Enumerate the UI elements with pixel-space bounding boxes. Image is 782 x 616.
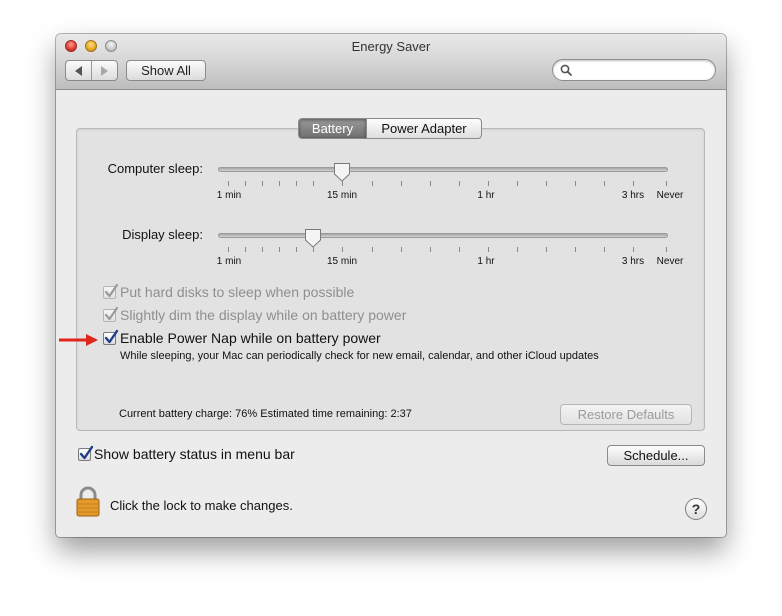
tick bbox=[666, 181, 667, 186]
forward-button[interactable] bbox=[91, 61, 117, 80]
tick bbox=[262, 181, 263, 186]
tick bbox=[245, 247, 246, 252]
back-forward-control bbox=[65, 60, 118, 81]
tick bbox=[401, 181, 402, 186]
tick bbox=[296, 181, 297, 186]
tick bbox=[575, 247, 576, 252]
computer-sleep-track[interactable] bbox=[218, 167, 668, 172]
tick bbox=[313, 181, 314, 186]
hard-disks-checkbox[interactable] bbox=[103, 283, 119, 299]
search-input[interactable] bbox=[575, 62, 709, 78]
computer-sleep-slider-thumb[interactable] bbox=[333, 162, 351, 182]
tick bbox=[459, 181, 460, 186]
tick-label: 3 hrs bbox=[621, 190, 645, 201]
tick bbox=[459, 247, 460, 252]
tick bbox=[546, 247, 547, 252]
back-arrow-icon bbox=[75, 65, 82, 76]
dim-display-checkbox[interactable] bbox=[103, 306, 119, 322]
search-icon bbox=[560, 64, 572, 76]
checkmark-icon bbox=[104, 329, 119, 344]
tick-label: 1 min bbox=[216, 256, 242, 267]
tick bbox=[517, 247, 518, 252]
tick bbox=[372, 181, 373, 186]
tick-label: 3 hrs bbox=[621, 256, 645, 267]
tick bbox=[633, 247, 634, 252]
tick bbox=[372, 247, 373, 252]
checkmark-icon bbox=[79, 445, 94, 460]
show-all-button[interactable]: Show All bbox=[126, 60, 206, 81]
search-field bbox=[552, 59, 716, 81]
lock-icon[interactable] bbox=[75, 486, 101, 518]
tick-label: 1 hr bbox=[477, 190, 495, 201]
power-nap-checkbox[interactable] bbox=[103, 329, 119, 345]
tick-label: 15 min bbox=[326, 190, 358, 201]
tick-label: Never bbox=[656, 190, 684, 201]
tick bbox=[430, 247, 431, 252]
tab-battery[interactable]: Battery bbox=[299, 119, 366, 138]
tick bbox=[430, 181, 431, 186]
window-title: Energy Saver bbox=[351, 39, 431, 54]
tick bbox=[517, 181, 518, 186]
tick bbox=[401, 247, 402, 252]
schedule-button[interactable]: Schedule... bbox=[607, 445, 705, 466]
tick bbox=[296, 247, 297, 252]
help-icon: ? bbox=[691, 501, 701, 517]
back-button[interactable] bbox=[66, 61, 91, 80]
tick bbox=[575, 181, 576, 186]
tick bbox=[604, 247, 605, 252]
tick bbox=[604, 181, 605, 186]
energy-saver-window: Energy Saver Show All Battery Power Adap… bbox=[56, 34, 726, 537]
tab-bar: Battery Power Adapter bbox=[298, 118, 482, 139]
display-sleep-label: Display sleep: bbox=[122, 227, 203, 242]
menu-bar-status-label: Show battery status in menu bar bbox=[94, 446, 295, 462]
computer-sleep-label: Computer sleep: bbox=[107, 161, 203, 176]
dim-display-label: Slightly dim the display while on batter… bbox=[120, 307, 407, 323]
tick bbox=[228, 181, 229, 186]
tick-label: 1 min bbox=[216, 190, 242, 201]
display-sleep-track[interactable] bbox=[218, 233, 668, 238]
forward-arrow-icon bbox=[101, 65, 108, 76]
checkmark-icon bbox=[104, 306, 119, 321]
tick-label: 1 hr bbox=[477, 256, 495, 267]
battery-status-text: Current battery charge: 76% Estimated ti… bbox=[119, 408, 412, 420]
checkmark-icon bbox=[104, 283, 119, 298]
tick bbox=[262, 247, 263, 252]
tick-label: 15 min bbox=[326, 256, 358, 267]
tick bbox=[279, 181, 280, 186]
lock-text: Click the lock to make changes. bbox=[110, 498, 293, 513]
title-bar: Energy Saver Show All bbox=[56, 34, 726, 90]
tick bbox=[666, 247, 667, 252]
menu-bar-status-checkbox[interactable] bbox=[78, 445, 94, 461]
tick bbox=[488, 181, 489, 186]
tick-label: Never bbox=[656, 256, 684, 267]
restore-defaults-button[interactable]: Restore Defaults bbox=[560, 404, 692, 425]
hard-disks-label: Put hard disks to sleep when possible bbox=[120, 284, 355, 300]
tick bbox=[488, 247, 489, 252]
tick bbox=[633, 181, 634, 186]
help-button[interactable]: ? bbox=[685, 498, 707, 520]
red-arrow-annotation bbox=[59, 334, 98, 346]
tick bbox=[342, 247, 343, 252]
tab-power-adapter[interactable]: Power Adapter bbox=[366, 119, 481, 138]
tick bbox=[546, 181, 547, 186]
power-nap-label: Enable Power Nap while on battery power bbox=[120, 330, 381, 346]
tick bbox=[279, 247, 280, 252]
display-sleep-slider-thumb[interactable] bbox=[304, 228, 322, 248]
tick bbox=[228, 247, 229, 252]
power-nap-description: While sleeping, your Mac can periodicall… bbox=[120, 350, 599, 362]
tick bbox=[245, 181, 246, 186]
